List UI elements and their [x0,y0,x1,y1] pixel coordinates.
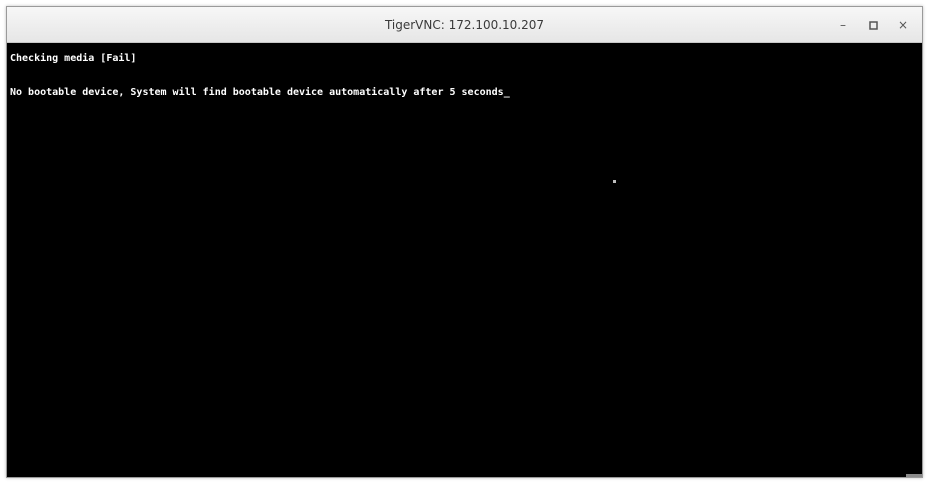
vnc-window: TigerVNC: 172.100.10.207 – × Checking me… [6,6,923,478]
scrollbar-corner [906,474,922,477]
maximize-button[interactable] [858,7,888,43]
console-line-text: No bootable device, System will find boo… [10,87,504,98]
text-cursor: _ [503,87,510,98]
remote-console-screen[interactable]: Checking media [Fail] No bootable device… [7,43,922,477]
remote-mouse-pointer [613,180,616,183]
window-title: TigerVNC: 172.100.10.207 [384,18,545,32]
close-icon: × [897,18,909,32]
console-line-no-bootable-device: No bootable device, System will find boo… [10,87,510,98]
maximize-icon [868,20,878,30]
minimize-icon: – [840,18,846,32]
console-line-checking-media: Checking media [Fail] [10,53,137,64]
minimize-button[interactable]: – [828,7,858,43]
window-controls: – × [828,7,918,43]
close-button[interactable]: × [888,7,918,43]
window-titlebar[interactable]: TigerVNC: 172.100.10.207 – × [7,7,922,43]
